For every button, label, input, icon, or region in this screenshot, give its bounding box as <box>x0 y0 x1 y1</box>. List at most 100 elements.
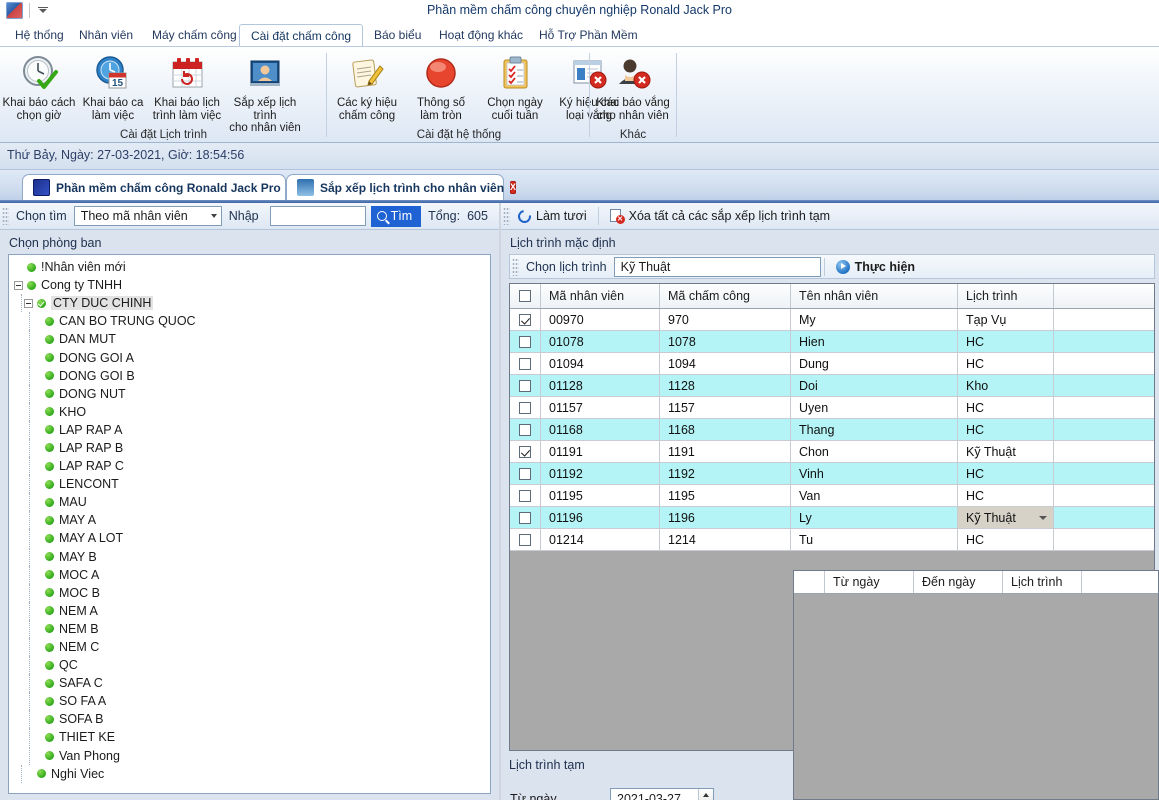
cell-schedule[interactable]: HC <box>958 397 1054 418</box>
ribbon-button-khai-bao-ca-lam-viec[interactable]: 15 Khai báo ca làm việc <box>76 50 150 135</box>
cell-employee-code[interactable]: 01192 <box>541 463 660 484</box>
grid-column-header[interactable]: Mã nhân viên <box>541 284 660 308</box>
row-select-checkbox-cell[interactable] <box>510 353 541 374</box>
grid-column-header[interactable]: Tên nhân viên <box>791 284 958 308</box>
tree-node[interactable]: LAP RAP C <box>13 457 490 476</box>
table-row[interactable]: 01168 1168 Thang HC <box>510 419 1154 441</box>
cell-attendance-code[interactable]: 1192 <box>660 463 791 484</box>
apply-schedule-button[interactable]: Thực hiện <box>828 255 923 279</box>
tree-node[interactable]: DONG NUT <box>13 384 490 403</box>
grid-column-header[interactable] <box>510 284 541 308</box>
cell-schedule[interactable]: HC <box>958 485 1054 506</box>
toolbar-grip[interactable] <box>512 257 519 276</box>
toolbar-grip[interactable] <box>2 207 9 225</box>
tree-node[interactable]: MAY A <box>13 511 490 530</box>
row-select-checkbox[interactable] <box>519 467 531 480</box>
tree-node[interactable]: SOFA B <box>13 710 490 729</box>
tree-expander-collapse-icon[interactable] <box>14 280 23 290</box>
ribbon-tab-bao-bieu[interactable]: Báo biểu <box>363 24 432 46</box>
tree-node[interactable]: DAN MUT <box>13 330 490 349</box>
choose-schedule-select[interactable]: Kỹ Thuật <box>613 256 821 277</box>
ribbon-button-thong-so-lam-tron[interactable]: Thông số làm tròn <box>404 50 478 122</box>
cell-attendance-code[interactable]: 1078 <box>660 331 791 352</box>
tree-node[interactable]: LAP RAP A <box>13 420 490 439</box>
tree-node[interactable]: MOC B <box>13 583 490 602</box>
cell-attendance-code[interactable]: 1196 <box>660 507 791 528</box>
row-select-checkbox-cell[interactable] <box>510 397 541 418</box>
cell-employee-name[interactable]: Van <box>791 485 958 506</box>
cell-attendance-code[interactable]: 1214 <box>660 529 791 550</box>
cell-employee-code[interactable]: 01191 <box>541 441 660 462</box>
grid-body[interactable]: 00970 970 My Tạp Vụ 01078 1078 Hien HC 01094 1094… <box>510 309 1154 551</box>
tree-node[interactable]: MOC A <box>13 565 490 584</box>
row-select-checkbox-cell[interactable] <box>510 441 541 462</box>
tree-node[interactable]: QC <box>13 656 490 675</box>
row-select-checkbox[interactable] <box>519 313 531 326</box>
document-tab-employee-schedule[interactable]: Sắp xếp lịch trình cho nhân viên X <box>286 174 517 200</box>
row-select-checkbox-cell[interactable] <box>510 463 541 484</box>
cell-employee-name[interactable]: Uyen <box>791 397 958 418</box>
tree-node[interactable]: THIET KE <box>13 728 490 747</box>
cell-attendance-code[interactable]: 1191 <box>660 441 791 462</box>
tree-node[interactable]: Cong ty TNHH <box>13 276 490 294</box>
grid-column-header[interactable]: Lịch trình <box>958 284 1054 308</box>
tree-node[interactable]: CTY DUC CHINH <box>13 294 490 313</box>
from-date-input[interactable]: 2021-03-27 <box>610 788 714 800</box>
row-select-checkbox[interactable] <box>519 357 531 370</box>
cell-attendance-code[interactable]: 1094 <box>660 353 791 374</box>
search-by-select[interactable]: Theo mã nhân viên <box>73 206 222 226</box>
ribbon-tab-nhan-vien[interactable]: Nhân viên <box>68 24 144 46</box>
cell-attendance-code[interactable]: 970 <box>660 309 791 330</box>
grid-column-header[interactable]: Mã chấm công <box>660 284 791 308</box>
ribbon-button-chon-ngay-cuoi-tuan[interactable]: Chọn ngày cuối tuần <box>478 50 552 122</box>
ribbon-button-khai-bao-vang-cho-nhan-vien[interactable]: Khai báo vắng cho nhân viên <box>592 50 674 122</box>
tree-node[interactable]: SAFA C <box>13 674 490 693</box>
row-select-checkbox-cell[interactable] <box>510 375 541 396</box>
tree-node[interactable]: MAY B <box>13 547 490 566</box>
refresh-button[interactable]: Làm tươi <box>510 204 595 228</box>
department-tree[interactable]: !Nhân viên mới Cong ty TNHH CTY DUC CHINH C… <box>8 254 491 794</box>
tree-node[interactable]: LAP RAP B <box>13 438 490 457</box>
ribbon-tab-he-thong[interactable]: Hệ thống <box>4 24 75 46</box>
ribbon-tab-ho-tro-phan-mem[interactable]: Hỗ Trợ Phần Mềm <box>528 24 649 46</box>
toolbar-grip[interactable] <box>503 207 510 225</box>
tree-node[interactable]: SO FA A <box>13 692 490 711</box>
cell-employee-name[interactable]: Ly <box>791 507 958 528</box>
row-select-checkbox[interactable] <box>519 423 531 436</box>
cell-attendance-code[interactable]: 1195 <box>660 485 791 506</box>
document-tab-main[interactable]: Phần mềm chấm công Ronald Jack Pro <box>22 174 286 200</box>
cell-employee-name[interactable]: Dung <box>791 353 958 374</box>
row-select-checkbox[interactable] <box>519 511 531 524</box>
cell-employee-code[interactable]: 01196 <box>541 507 660 528</box>
tree-node[interactable]: NEM A <box>13 601 490 620</box>
row-select-checkbox[interactable] <box>519 401 531 414</box>
cell-attendance-code[interactable]: 1157 <box>660 397 791 418</box>
temp-grid-column-header[interactable]: Từ ngày <box>825 571 914 593</box>
cell-employee-code[interactable]: 01078 <box>541 331 660 352</box>
tree-node[interactable]: MAY A LOT <box>13 529 490 548</box>
table-row[interactable]: 01192 1192 Vinh HC <box>510 463 1154 485</box>
cell-employee-code[interactable]: 01094 <box>541 353 660 374</box>
clear-temp-schedules-button[interactable]: ✕ Xóa tất cả các sắp xếp lịch trình tạm <box>602 204 839 228</box>
table-row[interactable]: 01128 1128 Doi Kho <box>510 375 1154 397</box>
cell-employee-name[interactable]: Doi <box>791 375 958 396</box>
close-icon[interactable]: X <box>510 181 517 194</box>
cell-employee-code[interactable]: 01214 <box>541 529 660 550</box>
cell-employee-name[interactable]: Hien <box>791 331 958 352</box>
select-all-checkbox[interactable] <box>519 290 531 302</box>
tree-node[interactable]: Van Phong <box>13 746 490 765</box>
table-row[interactable]: 00970 970 My Tạp Vụ <box>510 309 1154 331</box>
tree-node[interactable]: NEM C <box>13 638 490 657</box>
row-select-checkbox[interactable] <box>519 335 531 348</box>
tree-node[interactable]: Nghi Viec <box>13 764 490 783</box>
tree-node[interactable]: MAU <box>13 493 490 512</box>
table-row[interactable]: 01191 1191 Chon Kỹ Thuật <box>510 441 1154 463</box>
cell-attendance-code[interactable]: 1168 <box>660 419 791 440</box>
cell-schedule[interactable]: Kỹ Thuật <box>958 507 1054 528</box>
row-select-checkbox-cell[interactable] <box>510 419 541 440</box>
cell-employee-name[interactable]: Tu <box>791 529 958 550</box>
row-select-checkbox[interactable] <box>519 445 531 458</box>
cell-employee-code[interactable]: 01168 <box>541 419 660 440</box>
cell-schedule[interactable]: HC <box>958 419 1054 440</box>
cell-employee-name[interactable]: Thang <box>791 419 958 440</box>
